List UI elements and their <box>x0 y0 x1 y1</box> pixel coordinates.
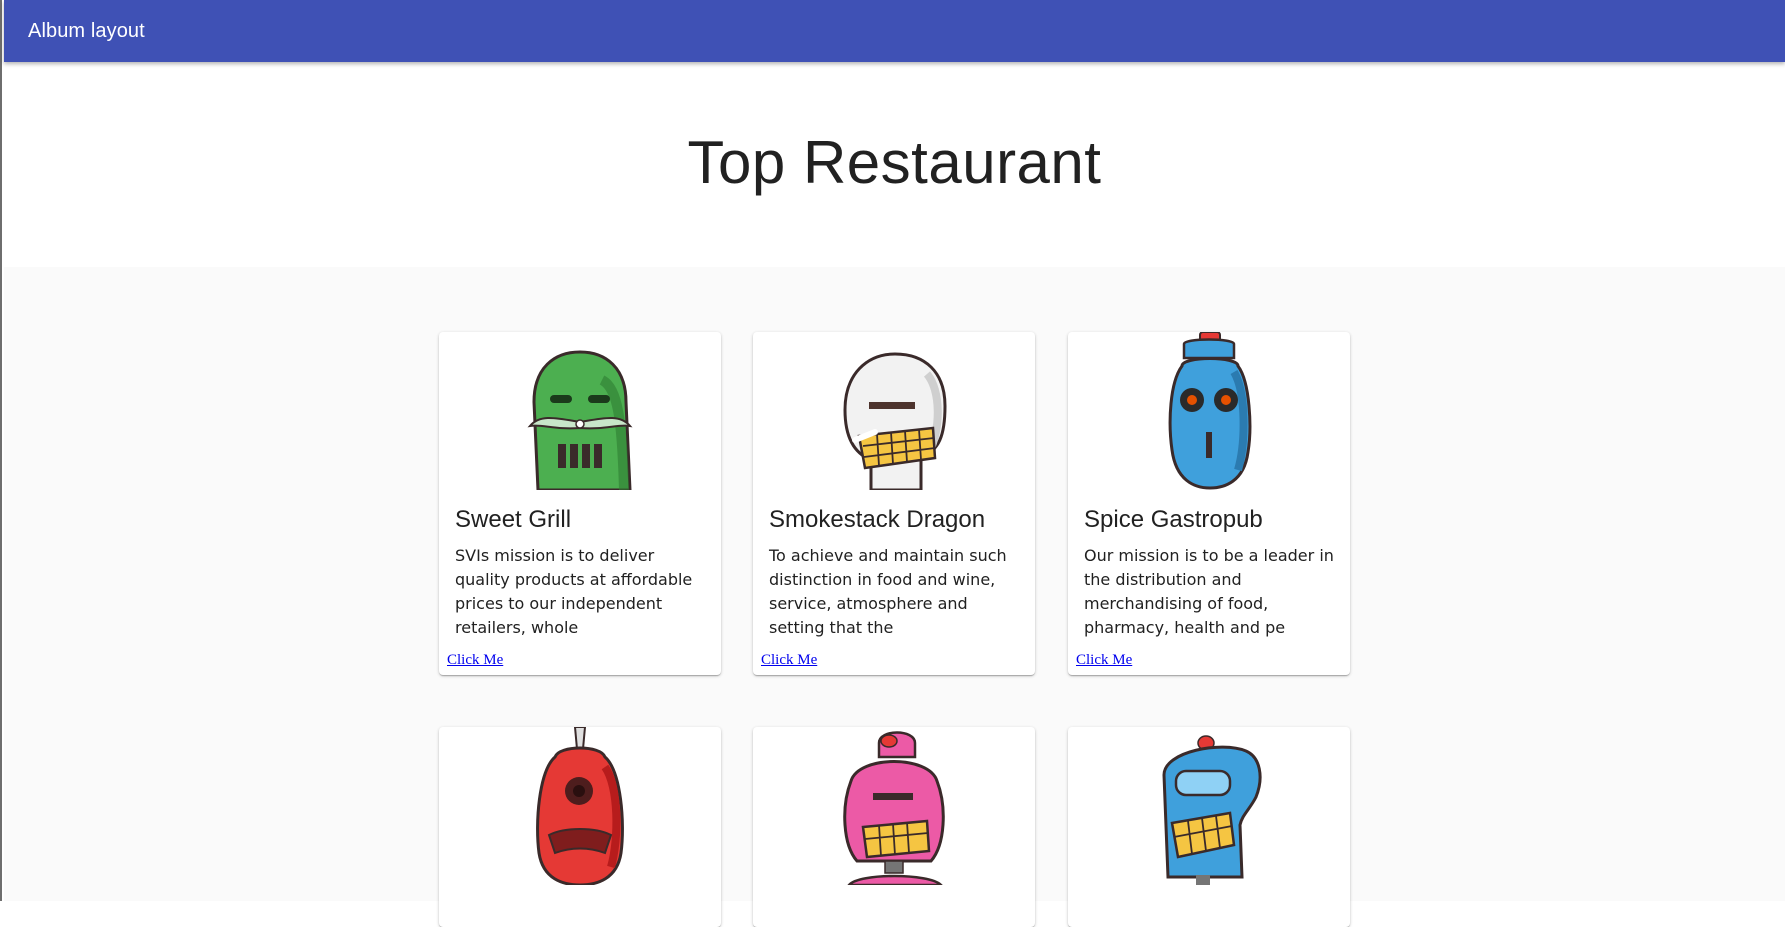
restaurant-card: Smokestack Dragon To achieve and maintai… <box>753 332 1035 675</box>
restaurant-card: Spice Gastropub Our mission is to be a l… <box>1068 332 1350 675</box>
restaurant-card <box>1068 727 1350 927</box>
app-bar-title: Album layout <box>28 19 145 42</box>
green-robot-image <box>527 350 633 490</box>
red-robot-image <box>536 727 624 885</box>
white-robot-image <box>843 352 947 490</box>
restaurant-card: Sweet Grill SVIs mission is to deliver q… <box>439 332 721 675</box>
card-actions: Click Me <box>753 649 1035 675</box>
restaurant-card <box>439 727 721 927</box>
card-actions: Click Me <box>1068 649 1350 675</box>
blue-robot-image <box>1168 332 1252 490</box>
card-image <box>1068 727 1350 885</box>
card-image <box>439 332 721 490</box>
hero-section: Top Restaurant <box>4 62 1785 267</box>
pink-robot-image <box>843 731 945 885</box>
card-description: SVIs mission is to deliver quality produ… <box>455 546 693 637</box>
card-actions: Click Me <box>439 649 721 675</box>
card-description: To achieve and maintain such distinction… <box>769 546 1007 637</box>
page-title: Top Restaurant <box>687 129 1102 196</box>
card-title: Sweet Grill <box>455 506 572 533</box>
card-image <box>753 727 1035 885</box>
card-image <box>753 332 1035 490</box>
card-content: Sweet Grill SVIs mission is to deliver q… <box>439 490 721 649</box>
app-bar: Album layout <box>4 0 1785 62</box>
card-image <box>1068 332 1350 490</box>
card-image <box>439 727 721 885</box>
blue-helmet-robot-image <box>1162 735 1262 885</box>
window-left-edge <box>0 0 2 901</box>
click-me-link[interactable]: Click Me <box>1076 652 1132 668</box>
card-title: Spice Gastropub <box>1084 506 1263 533</box>
click-me-link[interactable]: Click Me <box>761 652 817 668</box>
restaurant-card <box>753 727 1035 927</box>
card-title: Smokestack Dragon <box>769 506 986 533</box>
click-me-link[interactable]: Click Me <box>447 652 503 668</box>
card-content: Spice Gastropub Our mission is to be a l… <box>1068 490 1350 649</box>
card-grid: Sweet Grill SVIs mission is to deliver q… <box>4 267 1785 927</box>
card-content: Smokestack Dragon To achieve and maintai… <box>753 490 1035 649</box>
card-description: Our mission is to be a leader in the dis… <box>1084 546 1334 637</box>
